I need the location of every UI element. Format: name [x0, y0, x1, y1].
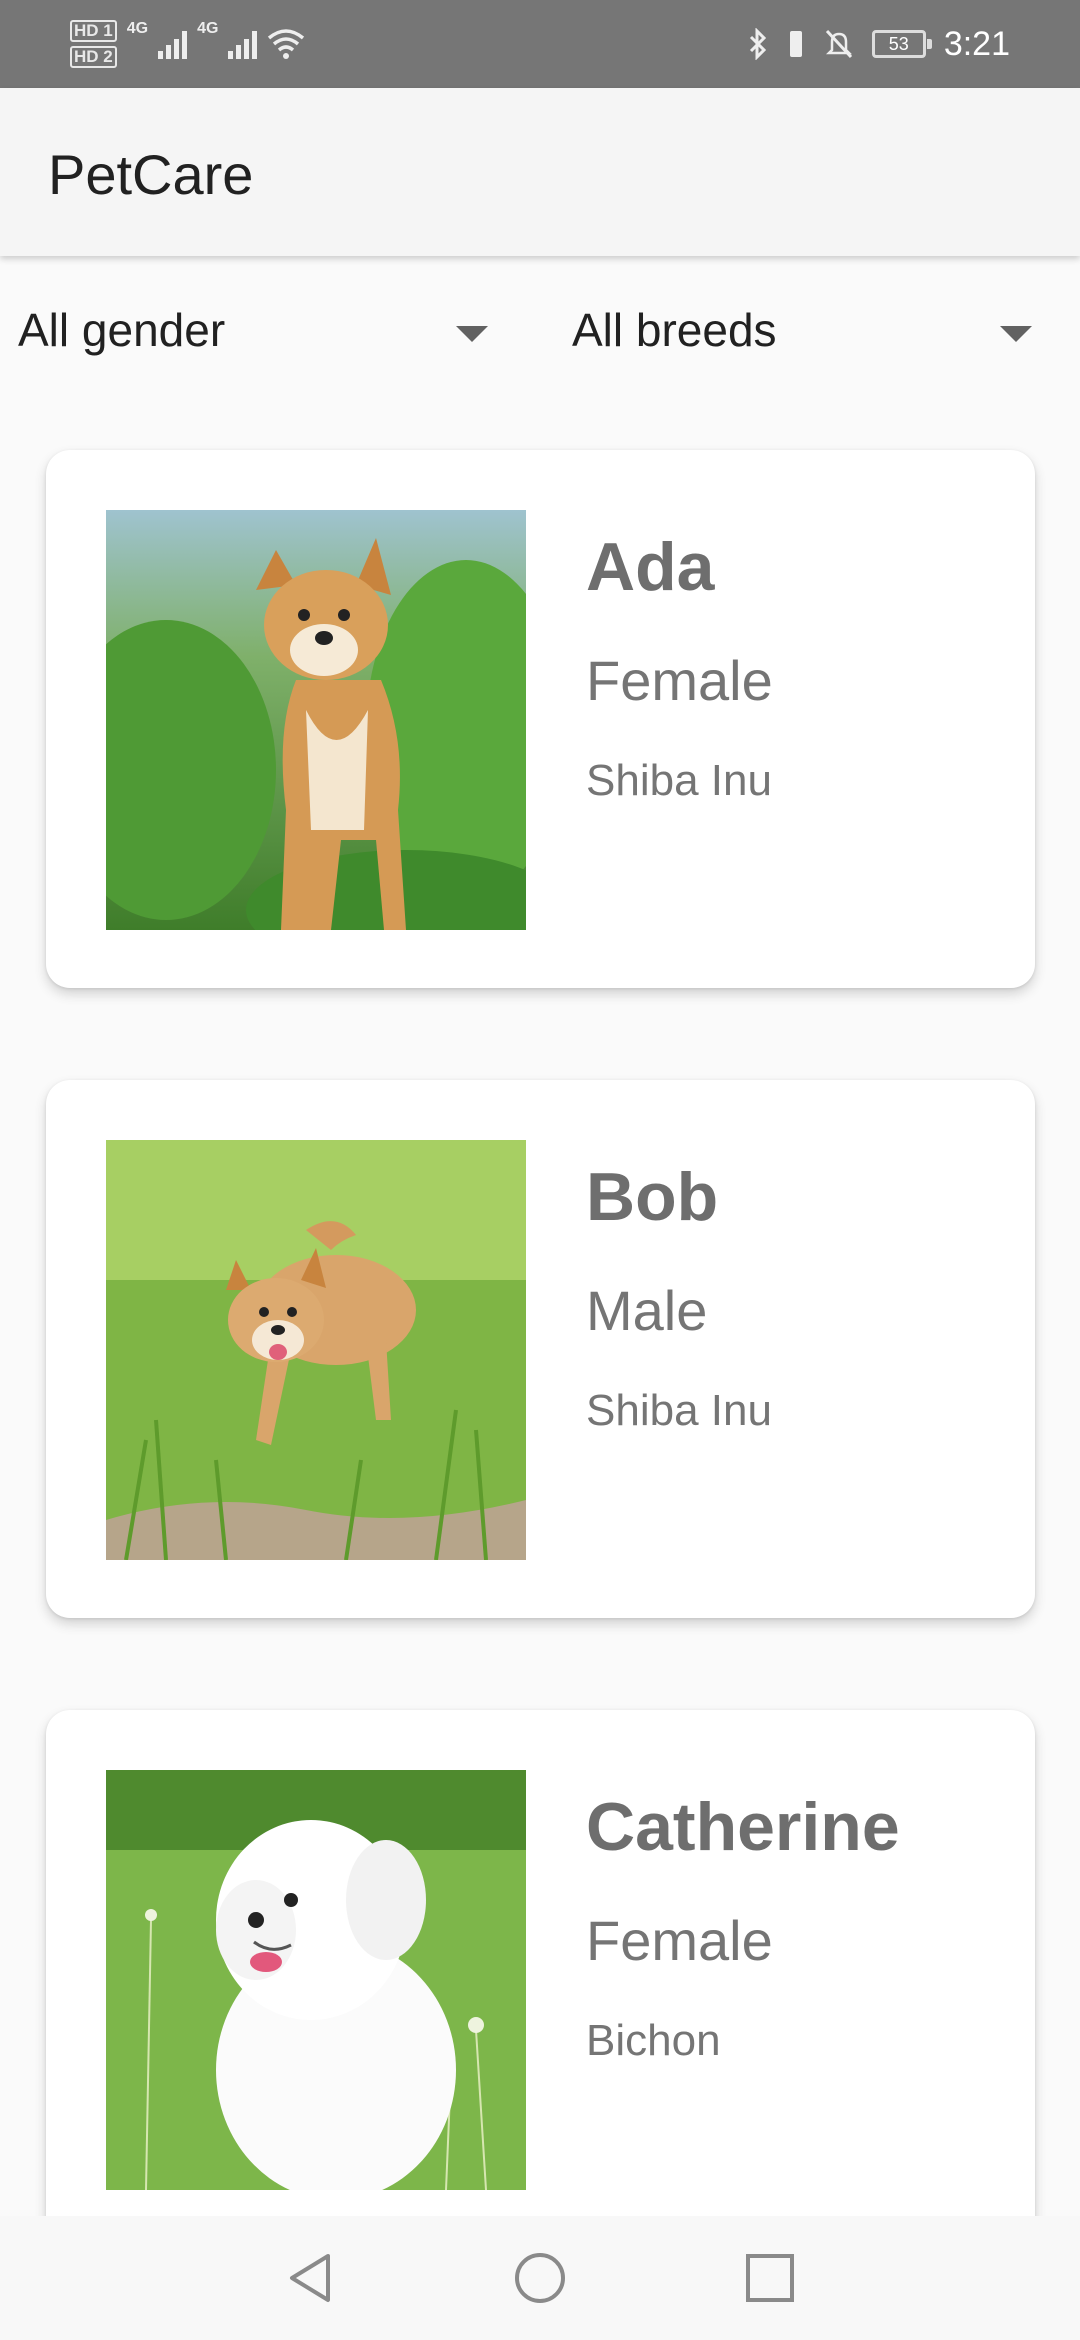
vibrate-icon: [789, 31, 802, 57]
sim1-indicator: HD 1: [70, 20, 117, 42]
home-icon[interactable]: [512, 2250, 568, 2306]
mute-icon: [825, 29, 852, 59]
pet-photo-shiba-inu-puppy: [106, 1140, 526, 1560]
recents-icon[interactable]: [742, 2250, 798, 2306]
gender-filter-dropdown[interactable]: All gender: [18, 290, 488, 370]
pet-breed: Bichon: [586, 2016, 721, 2065]
network-type-2: 4G: [197, 20, 219, 37]
pet-name: Ada: [586, 529, 715, 605]
bluetooth-icon: [749, 28, 766, 60]
pet-photo-bichon: [106, 1770, 526, 2190]
pet-gender: Female: [586, 1909, 773, 1972]
pet-gender: Male: [586, 1279, 708, 1342]
pet-card[interactable]: Catherine Female Bichon: [46, 1710, 1035, 2248]
pet-breed: Shiba Inu: [586, 756, 772, 805]
app-title: PetCare: [48, 143, 254, 206]
gender-filter-label: All gender: [18, 304, 226, 356]
back-icon[interactable]: [282, 2250, 338, 2306]
pet-breed: Shiba Inu: [586, 1386, 772, 1435]
dropdown-arrow-icon: [456, 326, 488, 342]
pet-photo-shiba-inu-standing: [106, 510, 526, 930]
dropdown-arrow-icon: [1000, 326, 1032, 342]
status-left: HD 1 HD 2 4G 4G: [70, 14, 305, 74]
breed-filter-label: All breeds: [572, 304, 777, 356]
screen: HD 1 HD 2 4G 4G 53 3:21 PetCare All gend…: [0, 0, 1080, 2340]
sim-indicators: HD 1 HD 2: [70, 20, 117, 68]
pet-name: Catherine: [586, 1789, 900, 1865]
status-right: 53 3:21: [748, 14, 1010, 74]
status-bar: HD 1 HD 2 4G 4G 53 3:21: [0, 0, 1080, 88]
breed-filter-dropdown[interactable]: All breeds: [572, 290, 1032, 370]
app-bar: PetCare: [0, 88, 1080, 256]
battery-icon: 53: [871, 30, 932, 58]
network-type-1: 4G: [126, 20, 149, 37]
wifi-icon: [268, 29, 305, 59]
signal-icon: [158, 29, 188, 59]
sim2-indicator: HD 2: [70, 46, 117, 68]
pet-card[interactable]: Bob Male Shiba Inu: [46, 1080, 1035, 1618]
pet-card[interactable]: Ada Female Shiba Inu: [46, 450, 1035, 988]
pet-name: Bob: [586, 1159, 719, 1235]
status-time: 3:21: [943, 24, 1010, 63]
signal-icon: [228, 29, 258, 59]
system-nav-bar: [0, 2216, 1080, 2340]
pet-gender: Female: [586, 649, 773, 712]
